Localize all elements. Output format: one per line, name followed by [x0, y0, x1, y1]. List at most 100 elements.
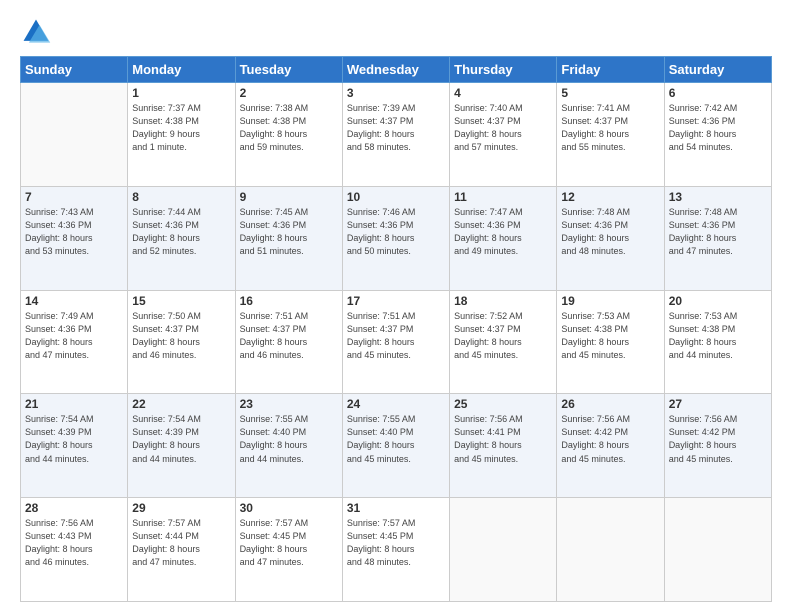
day-number: 28 — [25, 501, 123, 515]
day-info: Sunrise: 7:44 AM Sunset: 4:36 PM Dayligh… — [132, 206, 230, 258]
calendar-day-cell: 18 Sunrise: 7:52 AM Sunset: 4:37 PM Dayli… — [450, 290, 557, 394]
day-info: Sunrise: 7:57 AM Sunset: 4:45 PM Dayligh… — [347, 517, 445, 569]
weekday-header: Friday — [557, 57, 664, 83]
day-info: Sunrise: 7:54 AM Sunset: 4:39 PM Dayligh… — [132, 413, 230, 465]
day-info: Sunrise: 7:56 AM Sunset: 4:43 PM Dayligh… — [25, 517, 123, 569]
calendar-day-cell: 19Sunrise: 7:53 AM Sunset: 4:38 PM Dayli… — [557, 290, 664, 394]
calendar-day-cell: 2 Sunrise: 7:38 AM Sunset: 4:38 PM Daylig… — [235, 83, 342, 187]
day-number: 31 — [347, 501, 445, 515]
day-info: Sunrise: 7:48 AM Sunset: 4:36 PM Dayligh… — [669, 206, 767, 258]
calendar-day-cell: 27 Sunrise: 7:56 AM Sunset: 4:42 PM Dayli… — [664, 394, 771, 498]
day-info: Sunrise: 7:46 AM Sunset: 4:36 PM Dayligh… — [347, 206, 445, 258]
calendar-day-cell: 23Sunrise: 7:55 AM Sunset: 4:40 PM Dayli… — [235, 394, 342, 498]
day-number: 25 — [454, 397, 552, 411]
calendar-day-cell: 17 Sunrise: 7:51 AM Sunset: 4:37 PM Dayli… — [342, 290, 449, 394]
day-number: 1 — [132, 86, 230, 100]
day-info: Sunrise: 7:39 AM Sunset: 4:37 PM Dayligh… — [347, 102, 445, 154]
logo — [20, 16, 56, 48]
weekday-header: Sunday — [21, 57, 128, 83]
day-info: Sunrise: 7:51 AM Sunset: 4:37 PM Dayligh… — [347, 310, 445, 362]
day-number: 26 — [561, 397, 659, 411]
calendar-day-cell: 4 Sunrise: 7:40 AM Sunset: 4:37 PM Daylig… — [450, 83, 557, 187]
day-info: Sunrise: 7:47 AM Sunset: 4:36 PM Dayligh… — [454, 206, 552, 258]
day-number: 10 — [347, 190, 445, 204]
calendar-day-cell: 28 Sunrise: 7:56 AM Sunset: 4:43 PM Dayli… — [21, 498, 128, 602]
calendar-week-row: 28 Sunrise: 7:56 AM Sunset: 4:43 PM Dayli… — [21, 498, 772, 602]
calendar-day-cell — [557, 498, 664, 602]
weekday-header: Monday — [128, 57, 235, 83]
day-number: 7 — [25, 190, 123, 204]
day-number: 4 — [454, 86, 552, 100]
day-number: 2 — [240, 86, 338, 100]
day-number: 17 — [347, 294, 445, 308]
calendar-table: SundayMondayTuesdayWednesdayThursdayFrid… — [20, 56, 772, 602]
calendar-day-cell: 15 Sunrise: 7:50 AM Sunset: 4:37 PM Dayli… — [128, 290, 235, 394]
day-number: 13 — [669, 190, 767, 204]
weekday-header: Tuesday — [235, 57, 342, 83]
calendar-day-cell: 31 Sunrise: 7:57 AM Sunset: 4:45 PM Dayli… — [342, 498, 449, 602]
calendar-day-cell: 22 Sunrise: 7:54 AM Sunset: 4:39 PM Dayli… — [128, 394, 235, 498]
calendar-day-cell: 25 Sunrise: 7:56 AM Sunset: 4:41 PM Dayli… — [450, 394, 557, 498]
day-number: 15 — [132, 294, 230, 308]
day-number: 8 — [132, 190, 230, 204]
day-info: Sunrise: 7:50 AM Sunset: 4:37 PM Dayligh… — [132, 310, 230, 362]
day-info: Sunrise: 7:45 AM Sunset: 4:36 PM Dayligh… — [240, 206, 338, 258]
day-info: Sunrise: 7:41 AM Sunset: 4:37 PM Dayligh… — [561, 102, 659, 154]
day-number: 29 — [132, 501, 230, 515]
calendar-day-cell: 29Sunrise: 7:57 AM Sunset: 4:44 PM Dayli… — [128, 498, 235, 602]
calendar-day-cell: 13 Sunrise: 7:48 AM Sunset: 4:36 PM Dayli… — [664, 186, 771, 290]
day-info: Sunrise: 7:56 AM Sunset: 4:42 PM Dayligh… — [561, 413, 659, 465]
day-number: 3 — [347, 86, 445, 100]
calendar-day-cell: 20 Sunrise: 7:53 AM Sunset: 4:38 PM Dayli… — [664, 290, 771, 394]
day-info: Sunrise: 7:40 AM Sunset: 4:37 PM Dayligh… — [454, 102, 552, 154]
day-info: Sunrise: 7:56 AM Sunset: 4:41 PM Dayligh… — [454, 413, 552, 465]
calendar-week-row: 1Sunrise: 7:37 AM Sunset: 4:38 PM Daylig… — [21, 83, 772, 187]
calendar-day-cell: 8 Sunrise: 7:44 AM Sunset: 4:36 PM Daylig… — [128, 186, 235, 290]
calendar-day-cell: 21Sunrise: 7:54 AM Sunset: 4:39 PM Dayli… — [21, 394, 128, 498]
calendar-day-cell: 9 Sunrise: 7:45 AM Sunset: 4:36 PM Daylig… — [235, 186, 342, 290]
day-info: Sunrise: 7:52 AM Sunset: 4:37 PM Dayligh… — [454, 310, 552, 362]
calendar-day-cell — [664, 498, 771, 602]
day-number: 27 — [669, 397, 767, 411]
day-info: Sunrise: 7:43 AM Sunset: 4:36 PM Dayligh… — [25, 206, 123, 258]
day-number: 14 — [25, 294, 123, 308]
day-number: 22 — [132, 397, 230, 411]
day-info: Sunrise: 7:53 AM Sunset: 4:38 PM Dayligh… — [669, 310, 767, 362]
day-number: 11 — [454, 190, 552, 204]
day-number: 5 — [561, 86, 659, 100]
calendar-day-cell: 5 Sunrise: 7:41 AM Sunset: 4:37 PM Daylig… — [557, 83, 664, 187]
header — [20, 16, 772, 48]
calendar-day-cell: 14 Sunrise: 7:49 AM Sunset: 4:36 PM Dayli… — [21, 290, 128, 394]
calendar-day-cell — [21, 83, 128, 187]
day-number: 18 — [454, 294, 552, 308]
day-info: Sunrise: 7:55 AM Sunset: 4:40 PM Dayligh… — [347, 413, 445, 465]
day-info: Sunrise: 7:55 AM Sunset: 4:40 PM Dayligh… — [240, 413, 338, 465]
day-info: Sunrise: 7:38 AM Sunset: 4:38 PM Dayligh… — [240, 102, 338, 154]
calendar-week-row: 7 Sunrise: 7:43 AM Sunset: 4:36 PM Daylig… — [21, 186, 772, 290]
calendar-day-cell — [450, 498, 557, 602]
weekday-header: Thursday — [450, 57, 557, 83]
calendar-day-cell: 3 Sunrise: 7:39 AM Sunset: 4:37 PM Daylig… — [342, 83, 449, 187]
calendar-day-cell: 30Sunrise: 7:57 AM Sunset: 4:45 PM Dayli… — [235, 498, 342, 602]
calendar-day-cell: 6 Sunrise: 7:42 AM Sunset: 4:36 PM Daylig… — [664, 83, 771, 187]
calendar-week-row: 14 Sunrise: 7:49 AM Sunset: 4:36 PM Dayli… — [21, 290, 772, 394]
day-number: 12 — [561, 190, 659, 204]
calendar-day-cell: 11 Sunrise: 7:47 AM Sunset: 4:36 PM Dayli… — [450, 186, 557, 290]
day-number: 16 — [240, 294, 338, 308]
day-info: Sunrise: 7:54 AM Sunset: 4:39 PM Dayligh… — [25, 413, 123, 465]
day-number: 6 — [669, 86, 767, 100]
day-info: Sunrise: 7:49 AM Sunset: 4:36 PM Dayligh… — [25, 310, 123, 362]
calendar-week-row: 21Sunrise: 7:54 AM Sunset: 4:39 PM Dayli… — [21, 394, 772, 498]
page: SundayMondayTuesdayWednesdayThursdayFrid… — [0, 0, 792, 612]
day-info: Sunrise: 7:57 AM Sunset: 4:45 PM Dayligh… — [240, 517, 338, 569]
day-info: Sunrise: 7:42 AM Sunset: 4:36 PM Dayligh… — [669, 102, 767, 154]
day-info: Sunrise: 7:56 AM Sunset: 4:42 PM Dayligh… — [669, 413, 767, 465]
day-info: Sunrise: 7:51 AM Sunset: 4:37 PM Dayligh… — [240, 310, 338, 362]
calendar-day-cell: 1Sunrise: 7:37 AM Sunset: 4:38 PM Daylig… — [128, 83, 235, 187]
calendar-day-cell: 12Sunrise: 7:48 AM Sunset: 4:36 PM Dayli… — [557, 186, 664, 290]
calendar-day-cell: 26 Sunrise: 7:56 AM Sunset: 4:42 PM Dayli… — [557, 394, 664, 498]
day-info: Sunrise: 7:53 AM Sunset: 4:38 PM Dayligh… — [561, 310, 659, 362]
day-number: 9 — [240, 190, 338, 204]
calendar-day-cell: 7 Sunrise: 7:43 AM Sunset: 4:36 PM Daylig… — [21, 186, 128, 290]
day-number: 20 — [669, 294, 767, 308]
